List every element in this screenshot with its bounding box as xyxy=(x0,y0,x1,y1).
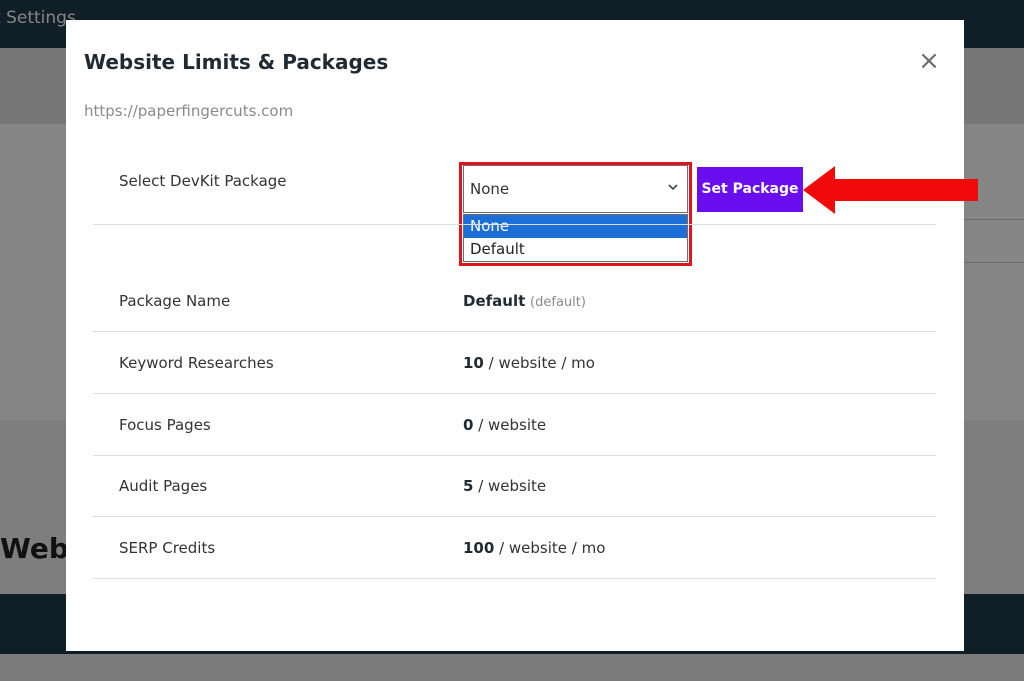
section-divider xyxy=(93,224,936,225)
modal-title: Website Limits & Packages xyxy=(84,50,389,74)
website-limits-modal: Website Limits & Packages × https://pape… xyxy=(66,20,978,651)
row-label: Package Name xyxy=(119,292,231,310)
row-label: Keyword Researches xyxy=(119,354,274,372)
row-value: 0 / website xyxy=(463,416,547,434)
package-select[interactable]: None xyxy=(463,165,688,213)
website-url: https://paperfingercuts.com xyxy=(84,102,294,120)
package-option-default[interactable]: Default xyxy=(464,238,687,261)
detail-row-keyword-researches: Keyword Researches 10 / website / mo xyxy=(93,332,936,394)
select-package-label: Select DevKit Package xyxy=(119,172,287,190)
row-value: 5 / website xyxy=(463,477,547,495)
row-label: Audit Pages xyxy=(119,477,208,495)
detail-row-audit-pages: Audit Pages 5 / website xyxy=(93,455,936,517)
close-icon[interactable]: × xyxy=(918,48,940,74)
detail-row-focus-pages: Focus Pages 0 / website xyxy=(93,394,936,456)
row-value: 100 / website / mo xyxy=(463,539,606,557)
row-value: 10 / website / mo xyxy=(463,354,595,372)
package-select-value: None xyxy=(470,180,510,198)
detail-row-package-name: Package Name Default (default) xyxy=(93,270,936,332)
chevron-down-icon xyxy=(668,184,678,191)
row-label: SERP Credits xyxy=(119,539,216,557)
set-package-button[interactable]: Set Package xyxy=(697,167,803,212)
row-label: Focus Pages xyxy=(119,416,211,434)
package-option-none[interactable]: None xyxy=(464,215,687,238)
row-value: Default (default) xyxy=(463,292,586,310)
arrow-left-annotation xyxy=(803,166,978,214)
package-options-list: None Default xyxy=(463,214,688,262)
detail-row-serp-credits: SERP Credits 100 / website / mo xyxy=(93,517,936,579)
